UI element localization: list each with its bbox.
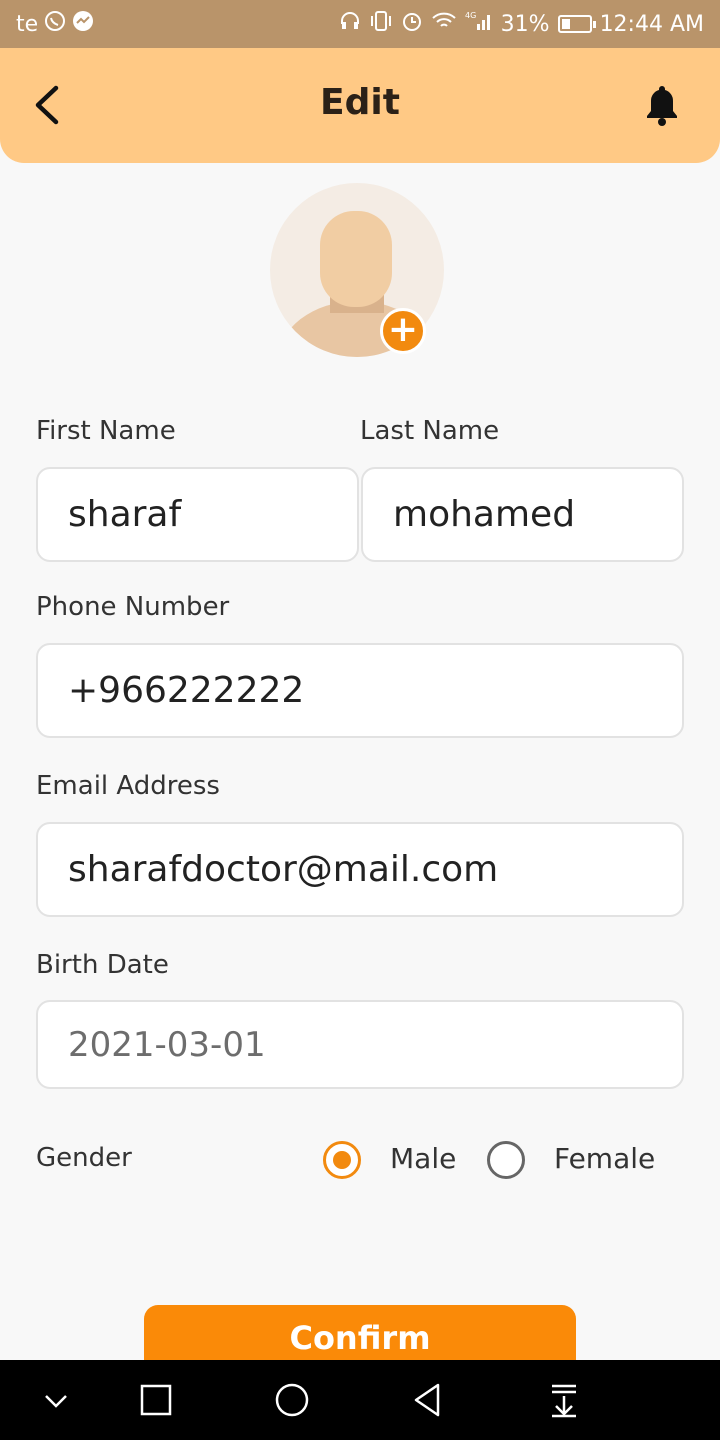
last-name-label: Last Name: [360, 416, 500, 446]
svg-text:4G: 4G: [465, 11, 476, 20]
vibrate-icon: [369, 10, 393, 38]
email-field[interactable]: sharafdoctor@mail.com: [36, 822, 684, 917]
nav-recents-icon[interactable]: [134, 1378, 178, 1422]
phone-field[interactable]: +966222222: [36, 643, 684, 738]
gender-female-radio[interactable]: [487, 1141, 525, 1179]
email-label: Email Address: [36, 771, 220, 801]
phone-label: Phone Number: [36, 592, 230, 622]
signal-icon: 4G: [465, 10, 493, 38]
wifi-icon: [431, 10, 457, 38]
gender-label: Gender: [36, 1143, 132, 1173]
status-time: 12:44 AM: [599, 11, 704, 37]
whatsapp-icon: [44, 10, 66, 38]
gender-male-radio[interactable]: [323, 1141, 361, 1179]
gender-female-label[interactable]: Female: [554, 1142, 655, 1175]
battery-icon: [557, 15, 596, 33]
bell-icon[interactable]: [642, 82, 682, 128]
last-name-field[interactable]: mohamed: [361, 467, 684, 562]
birth-date-field[interactable]: 2021-03-01: [36, 1000, 684, 1089]
alarm-icon: [401, 10, 423, 38]
add-photo-icon[interactable]: +: [380, 308, 426, 354]
email-value: sharafdoctor@mail.com: [68, 849, 499, 890]
first-name-field[interactable]: sharaf: [36, 467, 359, 562]
birth-date-label: Birth Date: [36, 950, 169, 980]
battery-fill: [561, 19, 570, 29]
first-name-label: First Name: [36, 416, 176, 446]
nav-notifications-icon[interactable]: [542, 1378, 586, 1422]
nav-home-icon[interactable]: [270, 1378, 314, 1422]
nav-back-icon[interactable]: [406, 1378, 450, 1422]
last-name-value: mohamed: [393, 494, 576, 535]
gender-male-label[interactable]: Male: [390, 1142, 456, 1175]
system-nav-bar: [0, 1360, 720, 1440]
birth-date-value: 2021-03-01: [68, 1024, 266, 1065]
page-title: Edit: [320, 82, 400, 123]
battery-percent: 31%: [500, 11, 550, 37]
nav-collapse-icon[interactable]: [34, 1378, 78, 1422]
messenger-icon: [72, 10, 94, 38]
headset-icon: [339, 10, 361, 38]
first-name-value: sharaf: [68, 494, 182, 535]
phone-value: +966222222: [68, 670, 305, 711]
app-header: Edit: [0, 48, 720, 163]
carrier-label: te: [16, 11, 39, 37]
status-bar: te 4G 31% 12:44 AM: [0, 0, 720, 48]
